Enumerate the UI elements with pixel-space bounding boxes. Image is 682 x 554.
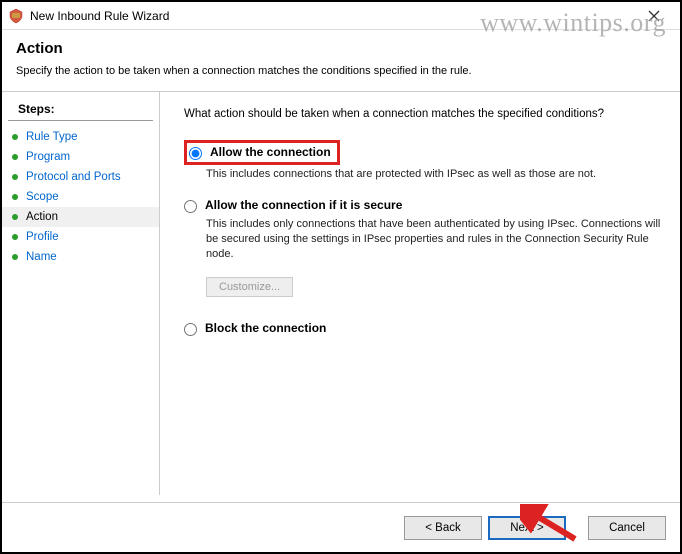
steps-title: Steps: bbox=[8, 100, 153, 121]
step-label: Profile bbox=[26, 231, 59, 243]
step-label: Action bbox=[26, 211, 58, 223]
step-label: Rule Type bbox=[26, 131, 78, 143]
window-title: New Inbound Rule Wizard bbox=[30, 9, 634, 23]
bullet-icon bbox=[12, 214, 18, 220]
bullet-icon bbox=[12, 134, 18, 140]
app-icon bbox=[8, 8, 24, 24]
next-button[interactable]: Next > bbox=[488, 516, 566, 540]
step-label: Program bbox=[26, 151, 70, 163]
step-scope[interactable]: Scope bbox=[2, 187, 159, 207]
page-description: Specify the action to be taken when a co… bbox=[16, 65, 666, 77]
step-label: Protocol and Ports bbox=[26, 171, 121, 183]
customize-button: Customize... bbox=[206, 277, 293, 297]
cancel-button[interactable]: Cancel bbox=[588, 516, 666, 540]
bullet-icon bbox=[12, 254, 18, 260]
radio-allow-secure[interactable] bbox=[184, 200, 197, 213]
bullet-icon bbox=[12, 194, 18, 200]
titlebar: New Inbound Rule Wizard bbox=[2, 2, 680, 30]
step-rule-type[interactable]: Rule Type bbox=[2, 127, 159, 147]
radio-allow-secure-desc: This includes only connections that have… bbox=[206, 217, 662, 262]
wizard-footer: < Back Next > Cancel bbox=[2, 502, 680, 552]
radio-block-label: Block the connection bbox=[205, 321, 326, 335]
wizard-header: Action Specify the action to be taken wh… bbox=[2, 30, 680, 91]
bullet-icon bbox=[12, 174, 18, 180]
close-button[interactable] bbox=[634, 2, 674, 30]
content-prompt: What action should be taken when a conne… bbox=[184, 108, 662, 120]
radio-allow[interactable] bbox=[189, 147, 202, 160]
radio-allow-secure-label: Allow the connection if it is secure bbox=[205, 198, 402, 212]
step-protocol-ports[interactable]: Protocol and Ports bbox=[2, 167, 159, 187]
steps-sidebar: Steps: Rule Type Program Protocol and Po… bbox=[2, 92, 160, 495]
step-profile[interactable]: Profile bbox=[2, 227, 159, 247]
bullet-icon bbox=[12, 154, 18, 160]
step-label: Scope bbox=[26, 191, 59, 203]
page-heading: Action bbox=[16, 40, 666, 57]
radio-allow-desc: This includes connections that are prote… bbox=[206, 167, 662, 182]
wizard-content: What action should be taken when a conne… bbox=[160, 92, 680, 495]
close-icon bbox=[648, 10, 660, 22]
step-name[interactable]: Name bbox=[2, 247, 159, 267]
bullet-icon bbox=[12, 234, 18, 240]
highlight-allow-connection: Allow the connection bbox=[184, 140, 340, 165]
radio-block[interactable] bbox=[184, 323, 197, 336]
step-action[interactable]: Action bbox=[2, 207, 159, 227]
step-program[interactable]: Program bbox=[2, 147, 159, 167]
back-button[interactable]: < Back bbox=[404, 516, 482, 540]
step-label: Name bbox=[26, 251, 57, 263]
radio-allow-label: Allow the connection bbox=[210, 145, 331, 159]
